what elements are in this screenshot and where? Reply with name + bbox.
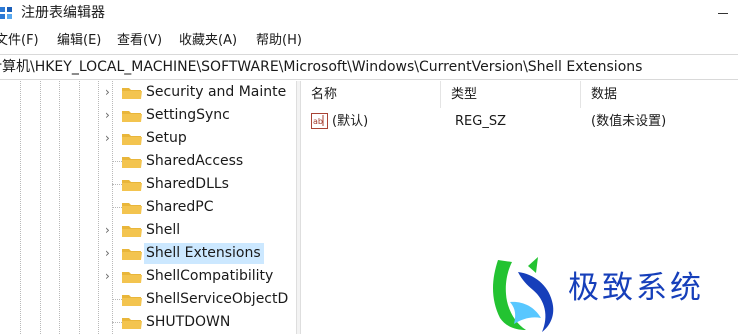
title-bar: 注册表编辑器 bbox=[0, 0, 738, 28]
chevron-right-icon[interactable]: › bbox=[105, 131, 117, 145]
tree-guide-line bbox=[79, 81, 80, 334]
menu-favorites[interactable]: 收藏夹(A) bbox=[179, 33, 237, 49]
tree-guide-line bbox=[98, 81, 99, 334]
value-data: (数值未设置) bbox=[591, 114, 667, 129]
tree-item[interactable]: SHUTDOWN bbox=[105, 311, 295, 334]
chevron-right-icon[interactable]: › bbox=[105, 246, 117, 260]
address-bar[interactable]: 计算机\HKEY_LOCAL_MACHINE\SOFTWARE\Microsof… bbox=[0, 54, 738, 80]
tree-item-label: SHUTDOWN bbox=[146, 314, 231, 330]
tree-item[interactable]: ShellServiceObjectD bbox=[105, 288, 295, 311]
column-header-data[interactable]: 数据 bbox=[581, 81, 738, 108]
tree-item-label: ShellServiceObjectD bbox=[146, 291, 289, 307]
watermark-logo: 极致系统 bbox=[480, 252, 738, 334]
registry-editor-icon bbox=[0, 7, 12, 19]
registry-value-row[interactable]: ab (默认) REG_SZ (数值未设置) bbox=[301, 110, 738, 134]
tree-item[interactable]: SharedAccess bbox=[105, 150, 295, 173]
chevron-right-icon[interactable]: › bbox=[105, 223, 117, 237]
tree-item-label: SettingSync bbox=[146, 107, 230, 123]
tree-item[interactable]: › Shell Extensions bbox=[105, 242, 295, 265]
watermark-emblem bbox=[493, 257, 554, 332]
column-header-name[interactable]: 名称 bbox=[301, 81, 441, 108]
folder-icon bbox=[122, 249, 142, 260]
tree-guide-line bbox=[59, 81, 60, 334]
registry-path[interactable]: 计算机\HKEY_LOCAL_MACHINE\SOFTWARE\Microsof… bbox=[0, 59, 642, 76]
tree-item-label: ShellCompatibility bbox=[146, 268, 274, 284]
minimize-button[interactable] bbox=[718, 8, 730, 20]
watermark-text: 极致系统 bbox=[568, 270, 704, 306]
tree-item-label: Shell bbox=[146, 222, 181, 238]
tree-guide-line bbox=[20, 81, 21, 334]
column-header-type[interactable]: 类型 bbox=[441, 81, 581, 108]
string-value-icon: ab bbox=[311, 113, 328, 129]
folder-icon bbox=[122, 180, 142, 191]
folder-icon bbox=[122, 295, 142, 306]
folder-icon bbox=[122, 272, 142, 283]
folder-icon bbox=[122, 134, 142, 145]
tree-item-label: Security and Mainte bbox=[146, 84, 287, 100]
tree-item-label: SharedPC bbox=[146, 199, 214, 215]
tree-item-label: SharedAccess bbox=[146, 153, 244, 169]
menu-file[interactable]: 文件(F) bbox=[0, 33, 39, 49]
tree-item[interactable]: › Shell bbox=[105, 219, 295, 242]
folder-icon bbox=[122, 203, 142, 214]
tree-item[interactable]: SharedDLLs bbox=[105, 173, 295, 196]
folder-icon bbox=[122, 318, 142, 329]
window-title: 注册表编辑器 bbox=[21, 5, 105, 21]
value-type: REG_SZ bbox=[455, 114, 506, 129]
tree-item[interactable]: › SettingSync bbox=[105, 104, 295, 127]
tree-item-label: Shell Extensions bbox=[144, 243, 264, 264]
menu-bar: 文件(F) 编辑(E) 查看(V) 收藏夹(A) 帮助(H) bbox=[0, 28, 738, 54]
folder-icon bbox=[122, 111, 142, 122]
folder-icon bbox=[122, 88, 142, 99]
tree-item-label: SharedDLLs bbox=[146, 176, 229, 192]
chevron-right-icon[interactable]: › bbox=[105, 85, 117, 99]
tree-item[interactable]: › Setup bbox=[105, 127, 295, 150]
folder-icon bbox=[122, 226, 142, 237]
value-name: (默认) bbox=[332, 114, 369, 129]
menu-edit[interactable]: 编辑(E) bbox=[57, 33, 101, 49]
tree-item[interactable]: › Security and Mainte bbox=[105, 81, 295, 104]
tree-item-label: Setup bbox=[146, 130, 187, 146]
tree-item[interactable]: SharedPC bbox=[105, 196, 295, 219]
menu-view[interactable]: 查看(V) bbox=[117, 33, 162, 49]
chevron-right-icon[interactable]: › bbox=[105, 269, 117, 283]
tree-guide-line bbox=[40, 81, 41, 334]
tree-item[interactable]: › ShellCompatibility bbox=[105, 265, 295, 288]
folder-icon bbox=[122, 157, 142, 168]
registry-tree[interactable]: › Security and Mainte › SettingSync › Setup Sh… bbox=[0, 81, 295, 334]
svg-text:ab: ab bbox=[313, 117, 323, 126]
chevron-right-icon[interactable]: › bbox=[105, 108, 117, 122]
menu-help[interactable]: 帮助(H) bbox=[256, 33, 302, 49]
